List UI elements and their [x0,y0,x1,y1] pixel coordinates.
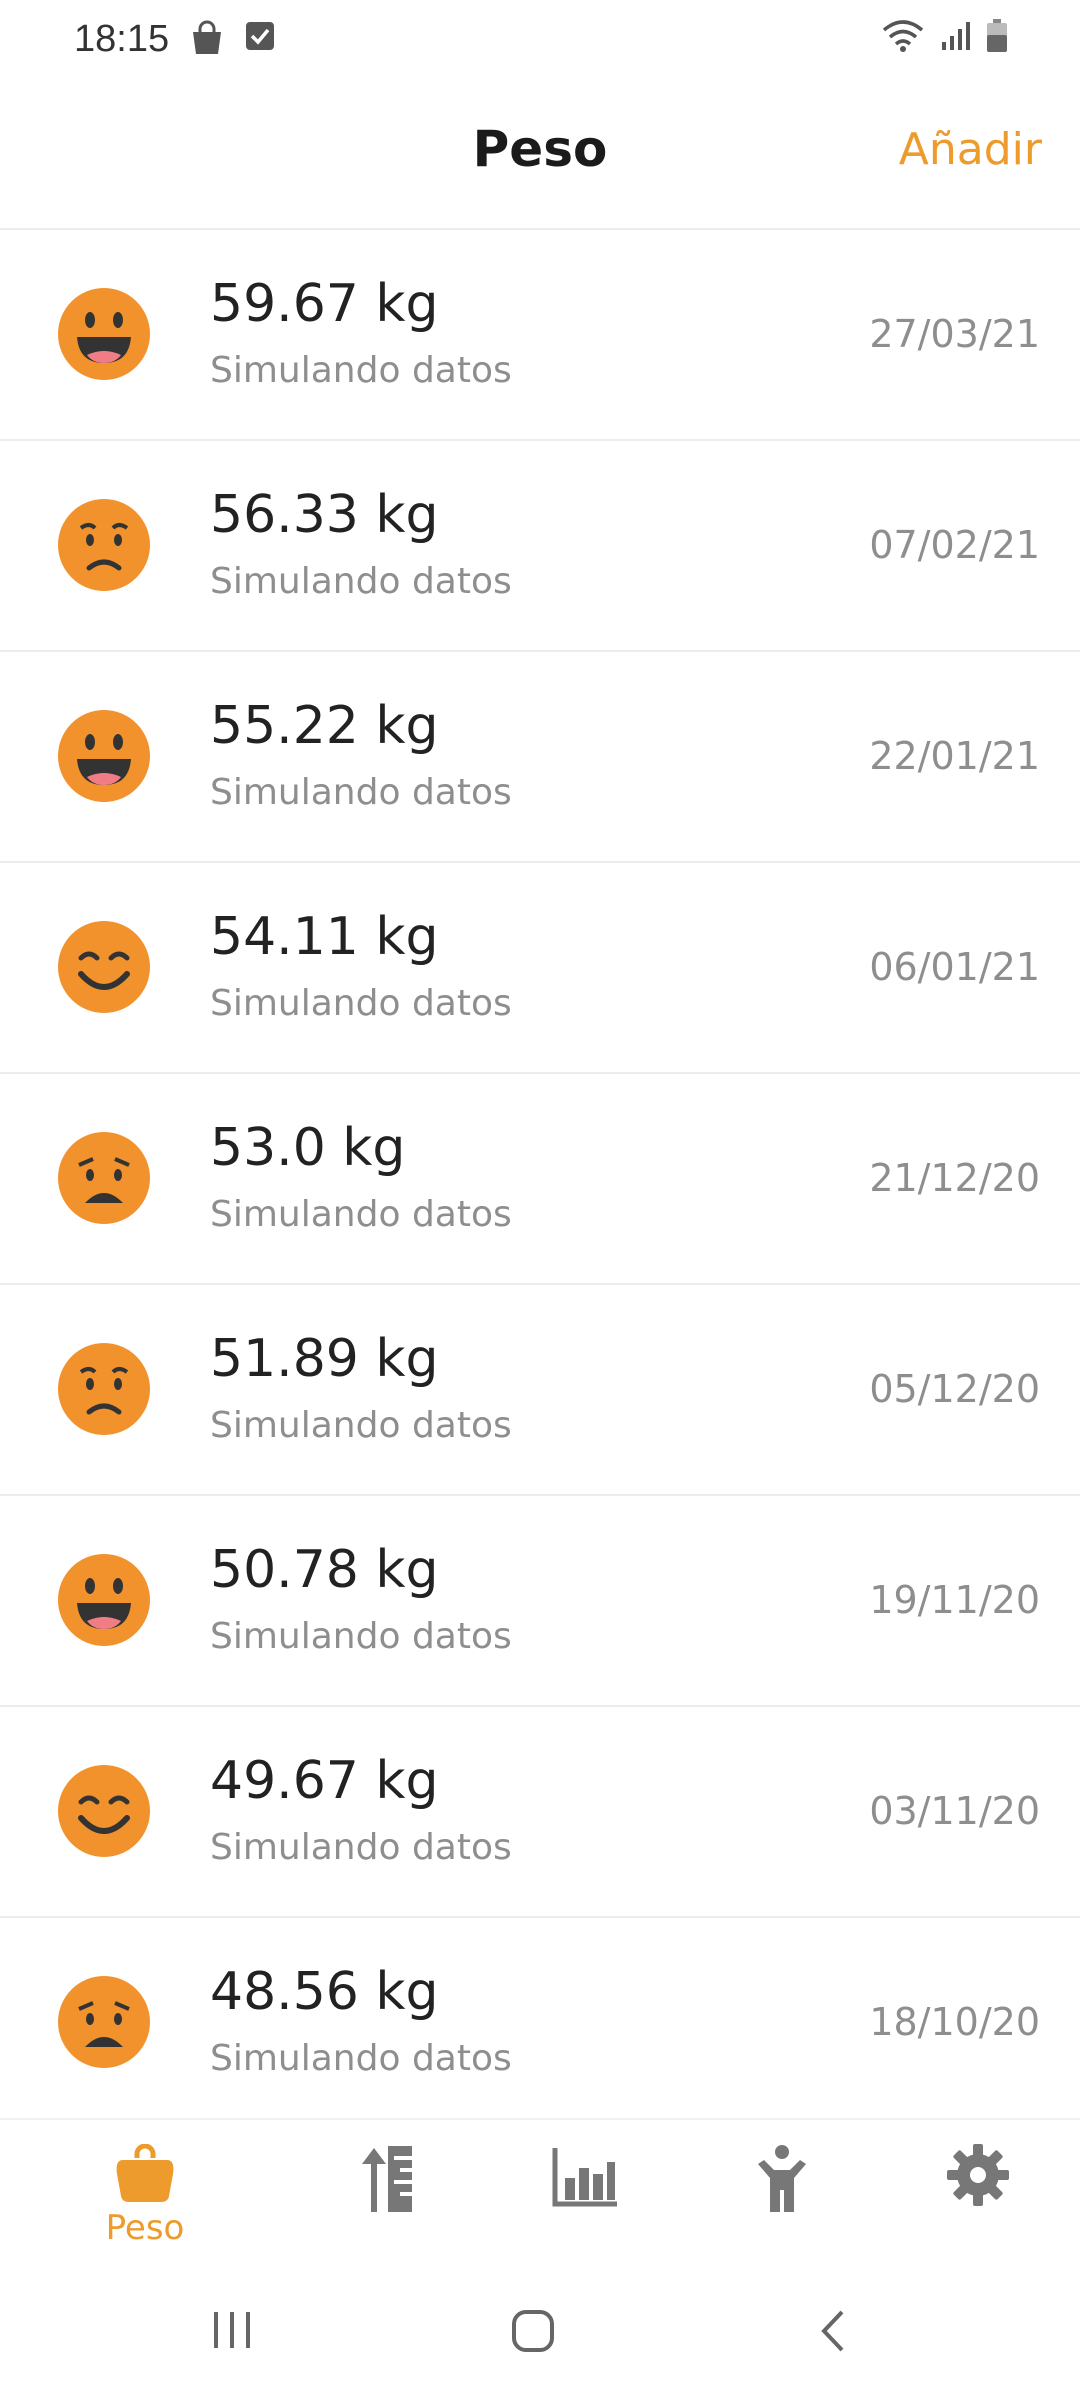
tab-settings[interactable] [918,2144,1038,2254]
gear-icon [947,2144,1009,2206]
status-time: 18:15 [74,18,170,60]
grinning-face-icon [58,1554,150,1646]
entry-subtitle: Simulando datos [210,1827,512,1868]
entry-date: 06/01/21 [869,945,1040,989]
weight-value: 56.33 kg [210,485,439,545]
weight-value: 53.0 kg [210,1118,406,1178]
bag-icon [193,20,221,54]
list-item[interactable]: 56.33 kg Simulando datos 07/02/21 [0,441,1080,652]
status-left-icons [190,20,276,56]
entry-date: 18/10/20 [869,2000,1040,2044]
checkbox-icon [246,22,274,50]
weight-value: 50.78 kg [210,1540,439,1600]
frowning-face-icon [58,1976,150,2068]
header: Peso Añadir [0,80,1080,230]
list-item[interactable]: 54.11 kg Simulando datos 06/01/21 [0,863,1080,1074]
person-icon [758,2145,806,2212]
tab-bar: Peso [0,2118,1080,2268]
entry-subtitle: Simulando datos [210,983,512,1024]
back-icon[interactable] [818,2308,848,2354]
entry-date: 27/03/21 [869,312,1040,356]
ruler-icon [362,2146,412,2212]
tab-body[interactable] [722,2144,842,2254]
screen: 18:15 Peso Añadir 59.67 kg Simulando dat… [0,0,1080,2400]
weight-value: 48.56 kg [210,1962,439,2022]
frowning-face-icon [58,1132,150,1224]
entry-subtitle: Simulando datos [210,1194,512,1235]
recent-apps-icon[interactable] [210,2308,254,2352]
entry-subtitle: Simulando datos [210,772,512,813]
entry-subtitle: Simulando datos [210,2038,512,2079]
tab-stats[interactable] [526,2144,646,2254]
entry-subtitle: Simulando datos [210,561,512,602]
entry-subtitle: Simulando datos [210,1616,512,1657]
grinning-face-icon [58,288,150,380]
list-item[interactable]: 53.0 kg Simulando datos 21/12/20 [0,1074,1080,1285]
weight-value: 55.22 kg [210,696,439,756]
worried-face-icon [58,1343,150,1435]
list-item[interactable]: 59.67 kg Simulando datos 27/03/21 [0,230,1080,441]
bar-chart-icon [552,2148,617,2207]
weight-bag-icon [116,2144,174,2202]
smiling-face-icon [58,1765,150,1857]
entry-subtitle: Simulando datos [210,1405,512,1446]
list-item[interactable]: 51.89 kg Simulando datos 05/12/20 [0,1285,1080,1496]
weight-value: 49.67 kg [210,1751,439,1811]
grinning-face-icon [58,710,150,802]
list-item[interactable]: 48.56 kg Simulando datos 18/10/20 [0,1918,1080,2129]
tab-label-peso: Peso [105,2208,185,2248]
entry-date: 21/12/20 [869,1156,1040,1200]
signal-icon [942,22,970,50]
list-item[interactable]: 55.22 kg Simulando datos 22/01/21 [0,652,1080,863]
tab-peso[interactable]: Peso [85,2144,205,2254]
weight-value: 51.89 kg [210,1329,439,1389]
weight-list: 59.67 kg Simulando datos 27/03/21 56.33 kg S… [0,230,1080,2129]
smiling-face-icon [58,921,150,1013]
entry-date: 07/02/21 [869,523,1040,567]
system-nav-bar [0,2270,1080,2400]
entry-date: 19/11/20 [869,1578,1040,1622]
entry-date: 05/12/20 [869,1367,1040,1411]
weight-value: 54.11 kg [210,907,439,967]
battery-icon [987,19,1007,52]
wifi-icon [882,20,924,52]
status-bar: 18:15 [0,0,1080,80]
entry-subtitle: Simulando datos [210,350,512,391]
worried-face-icon [58,499,150,591]
list-item[interactable]: 49.67 kg Simulando datos 03/11/20 [0,1707,1080,1918]
weight-value: 59.67 kg [210,274,439,334]
home-icon[interactable] [510,2308,556,2354]
entry-date: 03/11/20 [869,1789,1040,1833]
entry-date: 22/01/21 [869,734,1040,778]
tab-measures[interactable] [330,2144,450,2254]
status-right-icons [880,18,1008,54]
list-item[interactable]: 50.78 kg Simulando datos 19/11/20 [0,1496,1080,1707]
add-button[interactable]: Añadir [899,124,1042,175]
